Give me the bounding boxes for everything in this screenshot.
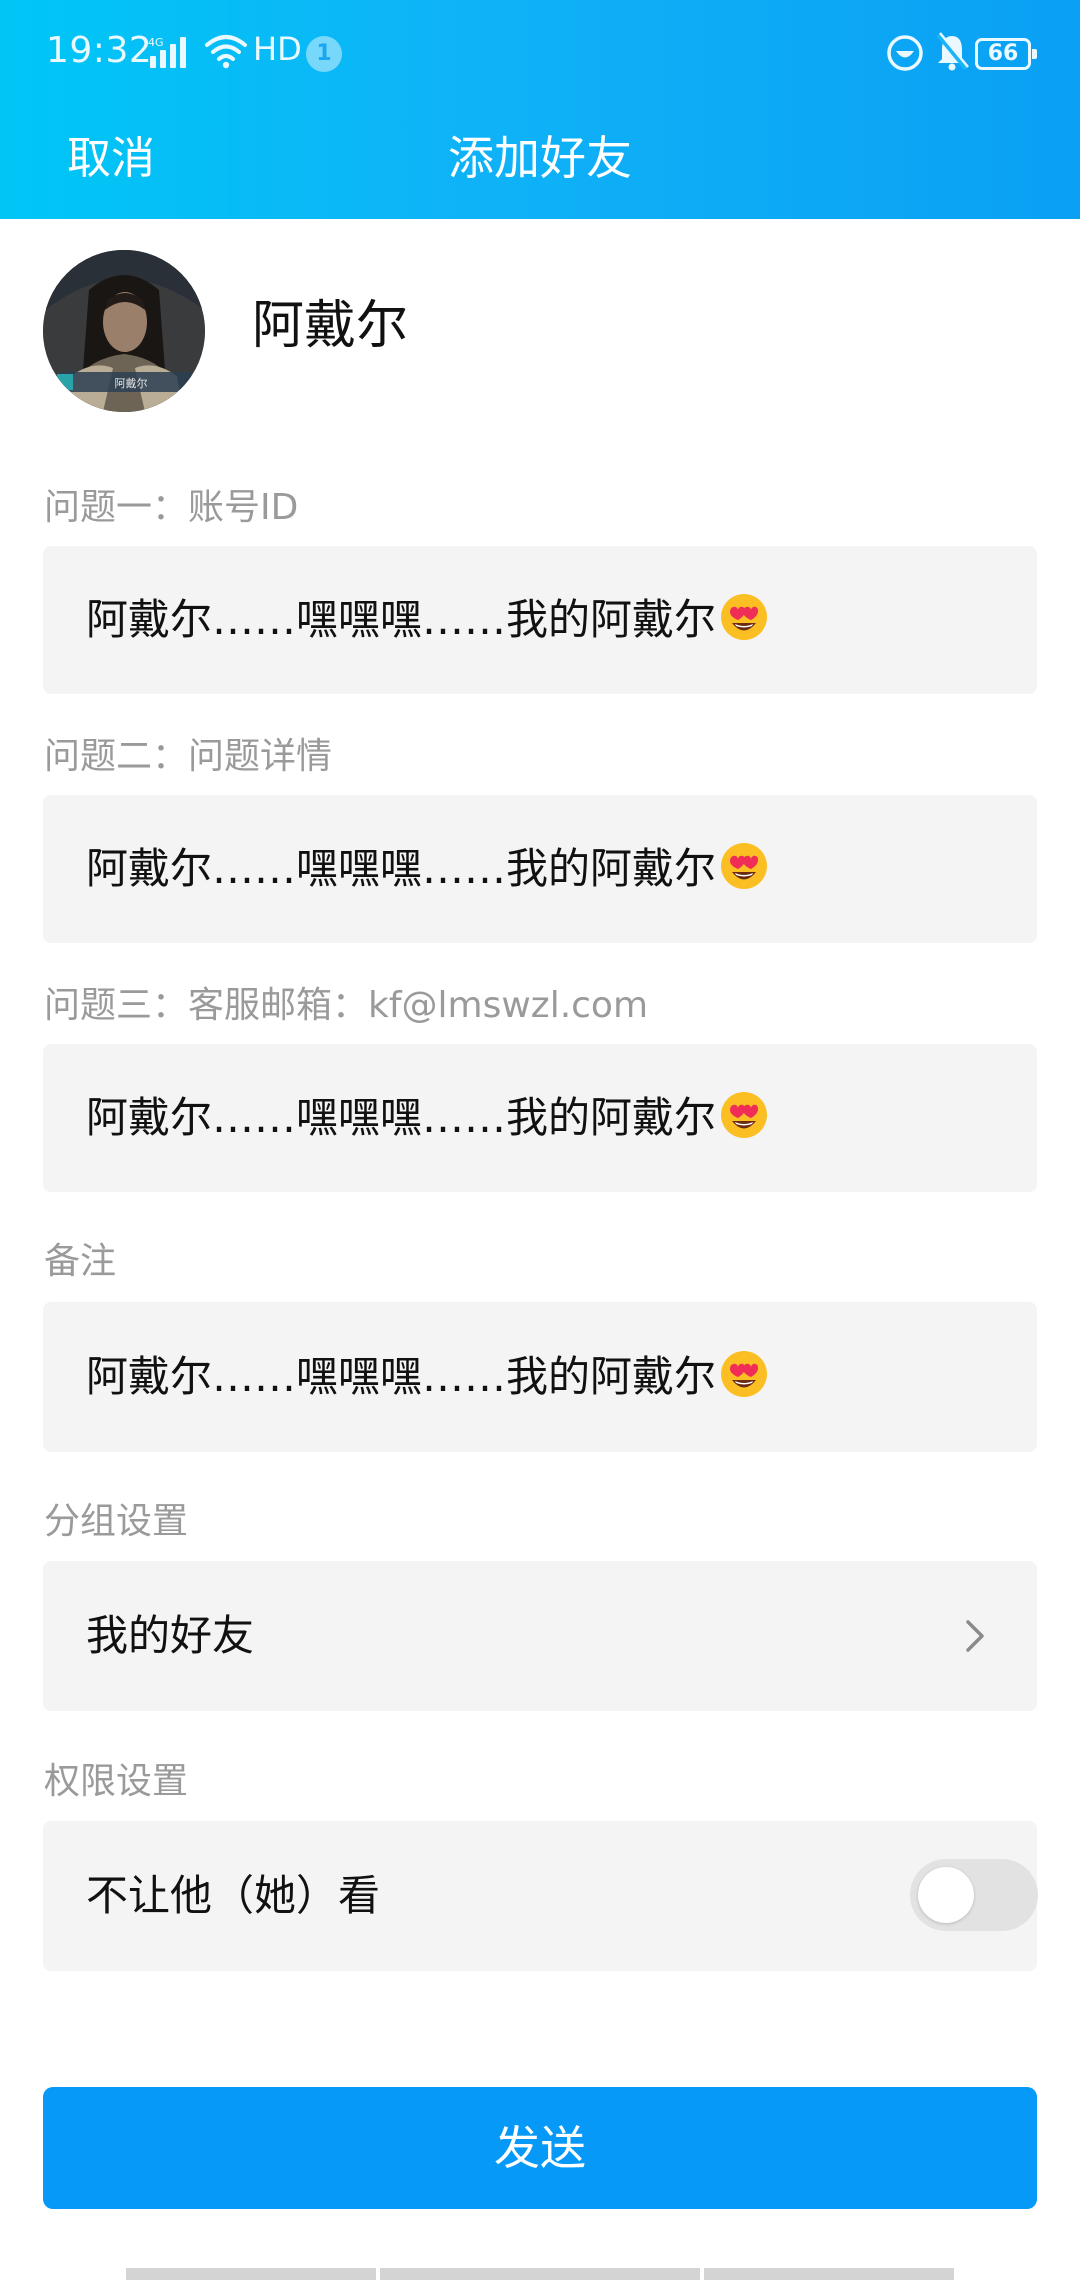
status-bar: 19:32 4G HD 1 66: [0, 0, 1080, 108]
question-3-answer-text: 阿戴尔……嘿嘿嘿……我的阿戴尔: [86, 1093, 717, 1142]
send-button[interactable]: 发送: [43, 2087, 1037, 2209]
group-settings-label: 分组设置: [44, 1501, 189, 1542]
bottom-strip-left: [126, 2268, 376, 2280]
permission-settings-label: 权限设置: [44, 1761, 189, 1802]
wifi-icon: [205, 35, 247, 69]
question-1-label: 问题一：账号ID: [44, 487, 299, 528]
permission-row: 不让他（她）看: [43, 1821, 1038, 1971]
signal-4g-icon: 4G: [148, 36, 186, 68]
bottom-strip-middle: [380, 2268, 700, 2280]
heart-eyes-emoji-icon: [721, 1092, 768, 1138]
bell-muted-icon: [936, 32, 969, 71]
question-1-answer: 阿戴尔……嘿嘿嘿……我的阿戴尔: [86, 546, 769, 694]
heart-eyes-emoji-icon: [721, 1351, 768, 1397]
status-time: 19:32: [46, 30, 153, 71]
question-2-answer: 阿戴尔……嘿嘿嘿……我的阿戴尔: [86, 795, 769, 943]
battery-indicator: 66: [975, 38, 1037, 70]
remark-value-text: 阿戴尔……嘿嘿嘿……我的阿戴尔: [86, 1352, 717, 1401]
question-2-label: 问题二：问题详情: [44, 736, 333, 777]
remark-label: 备注: [44, 1241, 117, 1282]
avatar[interactable]: 阿戴尔: [43, 250, 205, 412]
header: 19:32 4G HD 1 66 取消 添加好友: [0, 0, 1080, 219]
question-2-field[interactable]: 阿戴尔……嘿嘿嘿……我的阿戴尔: [43, 795, 1037, 943]
permission-option-label: 不让他（她）看: [86, 1871, 381, 1920]
remark-field[interactable]: 阿戴尔……嘿嘿嘿……我的阿戴尔: [43, 1302, 1037, 1452]
question-3-label: 问题三：客服邮箱：kf@lmswzl.com: [44, 985, 649, 1026]
chevron-right-icon: [966, 1620, 984, 1652]
group-selector[interactable]: 我的好友: [43, 1561, 1037, 1711]
question-3-field[interactable]: 阿戴尔……嘿嘿嘿……我的阿戴尔: [43, 1044, 1037, 1192]
profile-name: 阿戴尔: [252, 296, 409, 356]
group-value: 我的好友: [86, 1611, 255, 1660]
notification-badge: 1: [306, 36, 342, 72]
toggle-knob: [918, 1867, 974, 1923]
heart-eyes-emoji-icon: [721, 843, 768, 889]
question-3-answer: 阿戴尔……嘿嘿嘿……我的阿戴尔: [86, 1044, 769, 1192]
avatar-caption: 阿戴尔: [115, 376, 148, 390]
avatar-portrait-icon: 阿戴尔: [43, 250, 205, 412]
do-not-disturb-icon: [887, 35, 923, 71]
bottom-strip-right: [704, 2268, 954, 2280]
heart-eyes-emoji-icon: [721, 594, 768, 640]
permission-toggle[interactable]: [910, 1859, 1038, 1931]
network-type-label: 4G: [148, 36, 164, 49]
hd-indicator: HD: [253, 30, 302, 68]
profile-section: 阿戴尔 阿戴尔: [0, 219, 1080, 429]
question-1-field[interactable]: 阿戴尔……嘿嘿嘿……我的阿戴尔: [43, 546, 1037, 694]
question-1-answer-text: 阿戴尔……嘿嘿嘿……我的阿戴尔: [86, 595, 717, 644]
remark-value: 阿戴尔……嘿嘿嘿……我的阿戴尔: [86, 1302, 769, 1452]
question-2-answer-text: 阿戴尔……嘿嘿嘿……我的阿戴尔: [86, 844, 717, 893]
page-title: 添加好友: [448, 131, 632, 185]
